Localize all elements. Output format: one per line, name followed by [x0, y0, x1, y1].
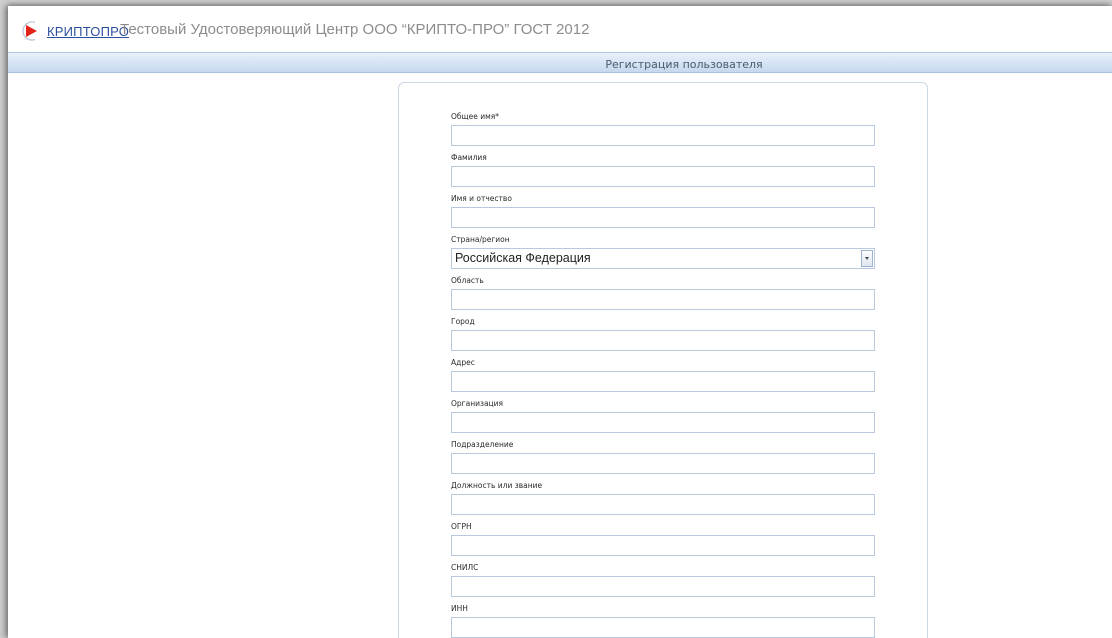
cryptopro-logo-icon: [22, 20, 44, 42]
region-input[interactable]: [451, 289, 875, 310]
registration-form: Общее имя* Фамилия Имя и отчество Страна…: [398, 82, 928, 638]
section-title-bar: Регистрация пользователя: [8, 52, 1112, 73]
field-label: ОГРН: [451, 522, 472, 531]
field-country: Страна/регион Российская Федерация: [451, 235, 875, 269]
logo-text: КРИПТОПРО: [47, 23, 130, 39]
field-common-name: Общее имя*: [451, 112, 875, 146]
field-ogrn: ОГРН: [451, 522, 875, 556]
snils-input[interactable]: [451, 576, 875, 597]
field-address: Адрес: [451, 358, 875, 392]
browser-window: КРИПТОПРО Тестовый Удостоверяющий Центр …: [8, 6, 1112, 638]
field-label: Имя и отчество: [451, 194, 512, 203]
country-select-value: Российская Федерация: [455, 251, 591, 265]
organization-input[interactable]: [451, 412, 875, 433]
surname-input[interactable]: [451, 166, 875, 187]
field-region: Область: [451, 276, 875, 310]
field-given-name: Имя и отчество: [451, 194, 875, 228]
cryptopro-logo[interactable]: КРИПТОПРО: [22, 20, 129, 42]
field-label: Фамилия: [451, 153, 487, 162]
field-department: Подразделение: [451, 440, 875, 474]
field-label: Город: [451, 317, 475, 326]
field-city: Город: [451, 317, 875, 351]
field-surname: Фамилия: [451, 153, 875, 187]
field-label: Адрес: [451, 358, 475, 367]
department-input[interactable]: [451, 453, 875, 474]
field-label: ИНН: [451, 604, 468, 613]
country-select[interactable]: Российская Федерация: [451, 248, 875, 269]
field-snils: СНИЛС: [451, 563, 875, 597]
field-label: Организация: [451, 399, 504, 408]
given-name-input[interactable]: [451, 207, 875, 228]
position-input[interactable]: [451, 494, 875, 515]
field-label: Область: [451, 276, 484, 285]
field-label: Общее имя*: [451, 112, 499, 121]
city-input[interactable]: [451, 330, 875, 351]
site-title: Тестовый Удостоверяющий Центр ООО “КРИПТ…: [120, 21, 590, 38]
field-position: Должность или звание: [451, 481, 875, 515]
field-label: СНИЛС: [451, 563, 479, 572]
inn-input[interactable]: [451, 617, 875, 638]
section-title: Регистрация пользователя: [605, 58, 763, 71]
address-input[interactable]: [451, 371, 875, 392]
field-label: Страна/регион: [451, 235, 510, 244]
dropdown-arrow-icon[interactable]: [861, 250, 873, 267]
common-name-input[interactable]: [451, 125, 875, 146]
site-header: КРИПТОПРО Тестовый Удостоверяющий Центр …: [8, 6, 1112, 50]
ogrn-input[interactable]: [451, 535, 875, 556]
field-inn: ИНН: [451, 604, 875, 638]
field-organization: Организация: [451, 399, 875, 433]
field-label: Должность или звание: [451, 481, 543, 490]
field-label: Подразделение: [451, 440, 514, 449]
